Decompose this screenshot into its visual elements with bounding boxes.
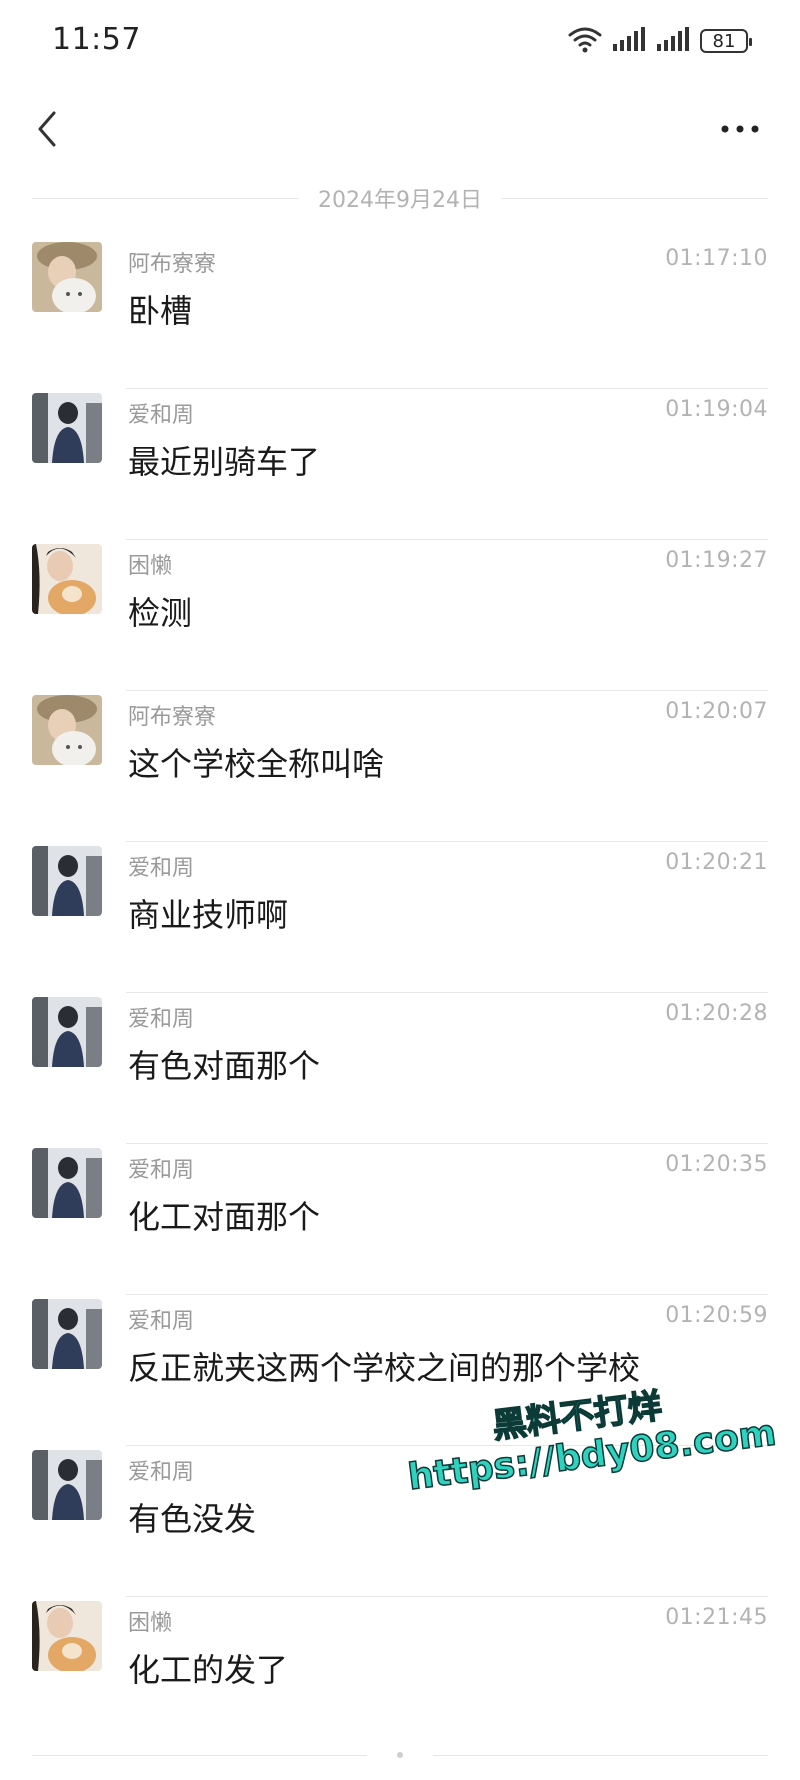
divider-line [32, 197, 299, 199]
message-text: 这个学校全称叫啥 [128, 745, 385, 783]
sender-name: 爱和周 [128, 1460, 195, 1485]
message-text: 反正就夹这两个学校之间的那个学校 [128, 1349, 641, 1387]
back-button[interactable] [22, 104, 72, 154]
message-text: 商业技师啊 [128, 896, 289, 934]
message-time: 01:19:04 [665, 397, 768, 422]
sender-name: 爱和周 [128, 1158, 195, 1183]
message-text: 化工对面那个 [128, 1198, 321, 1236]
message-item[interactable]: 阿布寮寮 01:20:07 这个学校全称叫啥 [0, 691, 800, 842]
message-item[interactable]: 爱和周 01:20:59 反正就夹这两个学校之间的那个学校 [0, 1295, 800, 1446]
sender-name: 困懒 [128, 554, 173, 579]
message-text: 化工的发了 [128, 1651, 289, 1689]
divider-line [433, 1754, 768, 1756]
sender-name: 爱和周 [128, 1309, 195, 1334]
message-text: 有色对面那个 [128, 1047, 321, 1085]
wifi-icon [568, 25, 602, 57]
message-item[interactable]: 爱和周 01:20:21 商业技师啊 [0, 842, 800, 993]
sender-name: 阿布寮寮 [128, 705, 217, 730]
sender-name: 困懒 [128, 1611, 173, 1636]
message-time: 01:19:27 [665, 548, 768, 573]
divider-line [502, 197, 769, 199]
battery-icon: 81 [700, 29, 752, 53]
avatar[interactable] [32, 997, 102, 1067]
battery-level: 81 [712, 30, 736, 52]
message-item[interactable]: 困懒 01:21:45 化工的发了 [0, 1597, 800, 1748]
message-item[interactable]: 爱和周 01:19:04 最近别骑车了 [0, 389, 800, 540]
more-button[interactable] [710, 104, 770, 154]
status-time: 11:57 [52, 22, 141, 57]
avatar[interactable] [32, 1148, 102, 1218]
message-list: 阿布寮寮 01:17:10 卧槽 爱和周 01:19:04 最近别骑车了 困懒 … [0, 238, 800, 1748]
message-item[interactable]: 阿布寮寮 01:17:10 卧槽 [0, 238, 800, 389]
message-item[interactable]: 爱和周 01:20:28 有色对面那个 [0, 993, 800, 1144]
message-time: 01:20:21 [665, 850, 768, 875]
status-bar: 11:57 81 [0, 0, 800, 80]
message-text: 最近别骑车了 [128, 443, 321, 481]
sender-name: 爱和周 [128, 403, 195, 428]
avatar[interactable] [32, 393, 102, 463]
signal-icon-2 [656, 26, 690, 56]
message-time: 01:20:59 [665, 1303, 768, 1328]
date-label: 2024年9月24日 [318, 188, 482, 213]
message-text: 有色没发 [128, 1500, 257, 1538]
date-divider: 2024年9月24日 [32, 178, 769, 218]
message-time: 01:20:28 [665, 1001, 768, 1026]
avatar[interactable] [32, 1299, 102, 1369]
more-icon [721, 125, 759, 133]
message-time: 01:17:10 [665, 246, 768, 271]
avatar[interactable] [32, 1601, 102, 1671]
chevron-left-icon [38, 111, 56, 147]
avatar[interactable] [32, 544, 102, 614]
message-text: 检测 [128, 594, 193, 632]
message-time: 01:20:35 [665, 1152, 768, 1177]
message-item[interactable]: 爱和周 有色没发 [0, 1446, 800, 1597]
bottom-divider [32, 1752, 768, 1758]
avatar[interactable] [32, 242, 102, 312]
status-icons: 81 [568, 24, 752, 58]
message-time: 01:20:07 [665, 699, 768, 724]
sender-name: 爱和周 [128, 1007, 195, 1032]
signal-icon [612, 26, 646, 56]
message-text: 卧槽 [128, 292, 193, 330]
avatar[interactable] [32, 1450, 102, 1520]
message-item[interactable]: 爱和周 01:20:35 化工对面那个 [0, 1144, 800, 1295]
sender-name: 阿布寮寮 [128, 252, 217, 277]
divider-dot [397, 1752, 403, 1758]
avatar[interactable] [32, 846, 102, 916]
avatar[interactable] [32, 695, 102, 765]
message-time: 01:21:45 [665, 1605, 768, 1630]
sender-name: 爱和周 [128, 856, 195, 881]
message-item[interactable]: 困懒 01:19:27 检测 [0, 540, 800, 691]
nav-bar [0, 90, 800, 170]
divider-line [32, 1754, 367, 1756]
